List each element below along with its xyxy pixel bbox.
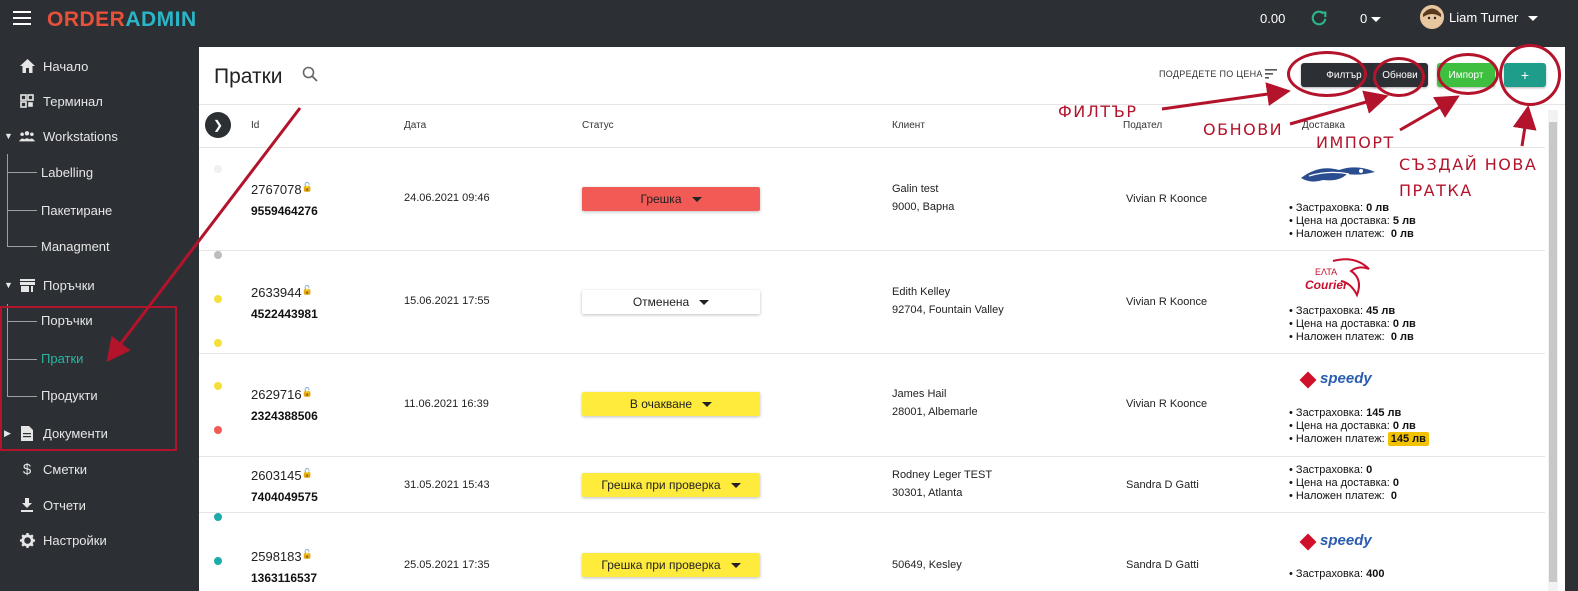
annotation-arrows	[106, 82, 1537, 363]
